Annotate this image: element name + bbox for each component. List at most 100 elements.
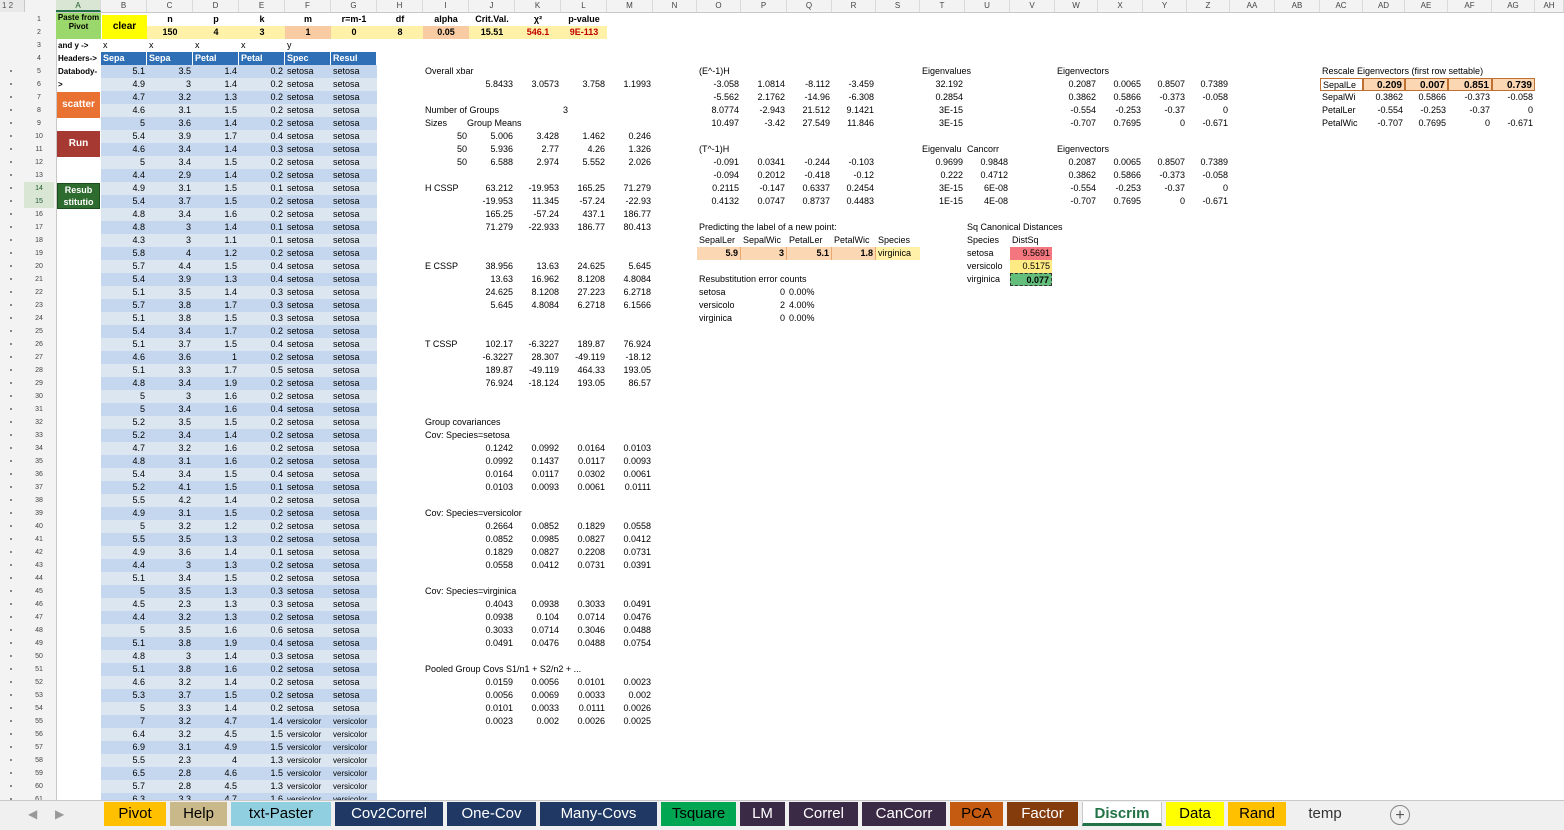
table-row-cell[interactable]: 3.1: [147, 455, 193, 468]
table-header[interactable]: Sepa: [101, 52, 147, 65]
rescale-cell[interactable]: 0.851: [1448, 78, 1492, 91]
table-row-cell[interactable]: setosa: [285, 299, 331, 312]
table-row-cell[interactable]: setosa: [285, 234, 331, 247]
table-row-cell[interactable]: setosa: [285, 572, 331, 585]
table-row-cell[interactable]: versicolor: [285, 715, 331, 728]
column-header-v[interactable]: V: [1010, 0, 1055, 12]
table-row-cell[interactable]: setosa: [285, 689, 331, 702]
table-row-cell[interactable]: setosa: [331, 299, 377, 312]
table-row-cell[interactable]: setosa: [331, 624, 377, 637]
row-header-11[interactable]: 11: [24, 143, 54, 156]
sheet-tab-rand[interactable]: Rand: [1228, 802, 1286, 826]
row-header-14[interactable]: 14: [24, 182, 54, 195]
table-row-cell[interactable]: 0.4: [239, 637, 285, 650]
table-row-cell[interactable]: setosa: [285, 403, 331, 416]
table-row-cell[interactable]: 5.4: [101, 195, 147, 208]
table-row-cell[interactable]: 5.4: [101, 273, 147, 286]
table-row-cell[interactable]: setosa: [331, 572, 377, 585]
sheet-tab-cancorr[interactable]: CanCorr: [862, 802, 946, 826]
tab-scroll-right-icon[interactable]: ▶: [55, 807, 64, 821]
table-row-cell[interactable]: 1.4: [193, 546, 239, 559]
row-header-20[interactable]: 20: [24, 260, 54, 273]
table-row-cell[interactable]: 5: [101, 585, 147, 598]
table-header[interactable]: Spec: [285, 52, 331, 65]
row-header-19[interactable]: 19: [24, 247, 54, 260]
table-row-cell[interactable]: 1.3: [239, 754, 285, 767]
table-row-cell[interactable]: 1.2: [193, 247, 239, 260]
table-row-cell[interactable]: 1: [193, 351, 239, 364]
table-row-cell[interactable]: 4.8: [101, 650, 147, 663]
table-row-cell[interactable]: setosa: [331, 208, 377, 221]
predict-input[interactable]: 1.8: [832, 247, 876, 260]
sheet-tab-data[interactable]: Data: [1166, 802, 1224, 826]
table-row-cell[interactable]: 0.1: [239, 481, 285, 494]
table-row-cell[interactable]: 3.8: [147, 663, 193, 676]
row-header-30[interactable]: 30: [24, 390, 54, 403]
table-row-cell[interactable]: setosa: [285, 286, 331, 299]
table-row-cell[interactable]: 5.1: [101, 286, 147, 299]
table-row-cell[interactable]: setosa: [331, 481, 377, 494]
table-row-cell[interactable]: setosa: [285, 338, 331, 351]
column-header-k[interactable]: K: [515, 0, 561, 12]
table-row-cell[interactable]: 1.3: [193, 598, 239, 611]
table-row-cell[interactable]: 4.9: [101, 78, 147, 91]
table-row-cell[interactable]: 1.5: [193, 507, 239, 520]
table-row-cell[interactable]: 4: [147, 247, 193, 260]
table-row-cell[interactable]: setosa: [285, 364, 331, 377]
row-header-49[interactable]: 49: [24, 637, 54, 650]
table-row-cell[interactable]: 4.8: [101, 455, 147, 468]
param-value[interactable]: 9E-113: [561, 26, 607, 39]
table-row-cell[interactable]: 5.1: [101, 65, 147, 78]
param-value[interactable]: 546.1: [515, 26, 561, 39]
column-header-ac[interactable]: AC: [1320, 0, 1363, 12]
table-row-cell[interactable]: 1.4: [193, 65, 239, 78]
table-row-cell[interactable]: 0.4: [239, 403, 285, 416]
column-header-af[interactable]: AF: [1448, 0, 1492, 12]
row-header-16[interactable]: 16: [24, 208, 54, 221]
table-row-cell[interactable]: 3.4: [147, 156, 193, 169]
table-row-cell[interactable]: 4.4: [101, 169, 147, 182]
table-row-cell[interactable]: 0.3: [239, 143, 285, 156]
run-button[interactable]: Run: [57, 131, 100, 157]
predict-input[interactable]: 5.9: [697, 247, 741, 260]
table-row-cell[interactable]: 0.2: [239, 416, 285, 429]
table-row-cell[interactable]: 5.1: [101, 364, 147, 377]
row-header-55[interactable]: 55: [24, 715, 54, 728]
table-row-cell[interactable]: 3.4: [147, 377, 193, 390]
row-header-33[interactable]: 33: [24, 429, 54, 442]
table-row-cell[interactable]: 0.4: [239, 273, 285, 286]
table-row-cell[interactable]: 3.1: [147, 741, 193, 754]
table-header[interactable]: Petal: [193, 52, 239, 65]
table-row-cell[interactable]: setosa: [331, 286, 377, 299]
table-row-cell[interactable]: setosa: [331, 546, 377, 559]
table-row-cell[interactable]: setosa: [331, 520, 377, 533]
row-header-28[interactable]: 28: [24, 364, 54, 377]
table-row-cell[interactable]: setosa: [285, 598, 331, 611]
resubstitution-button[interactable]: Resub stitutio: [57, 183, 100, 209]
table-row-cell[interactable]: 1.3: [193, 91, 239, 104]
table-row-cell[interactable]: 3.2: [147, 520, 193, 533]
tab-scroll-left-icon[interactable]: ◀: [28, 807, 37, 821]
table-row-cell[interactable]: 0.3: [239, 299, 285, 312]
column-header-u[interactable]: U: [965, 0, 1010, 12]
table-row-cell[interactable]: versicolor: [285, 780, 331, 793]
table-header[interactable]: Petal: [239, 52, 285, 65]
table-row-cell[interactable]: 0.2: [239, 676, 285, 689]
table-row-cell[interactable]: 5.1: [101, 338, 147, 351]
table-row-cell[interactable]: 3.6: [147, 351, 193, 364]
table-row-cell[interactable]: versicolor: [331, 728, 377, 741]
table-row-cell[interactable]: 1.4: [193, 169, 239, 182]
table-row-cell[interactable]: 1.7: [193, 299, 239, 312]
table-row-cell[interactable]: 3: [147, 234, 193, 247]
row-header-38[interactable]: 38: [24, 494, 54, 507]
row-header-60[interactable]: 60: [24, 780, 54, 793]
row-header-24[interactable]: 24: [24, 312, 54, 325]
table-header[interactable]: Sepa: [147, 52, 193, 65]
table-row-cell[interactable]: setosa: [285, 546, 331, 559]
table-row-cell[interactable]: 4.7: [193, 715, 239, 728]
sheet-tab-txt-paster[interactable]: txt-Paster: [231, 802, 331, 826]
table-row-cell[interactable]: 0.4: [239, 130, 285, 143]
row-header-6[interactable]: 6: [24, 78, 54, 91]
row-header-26[interactable]: 26: [24, 338, 54, 351]
table-row-cell[interactable]: setosa: [331, 260, 377, 273]
